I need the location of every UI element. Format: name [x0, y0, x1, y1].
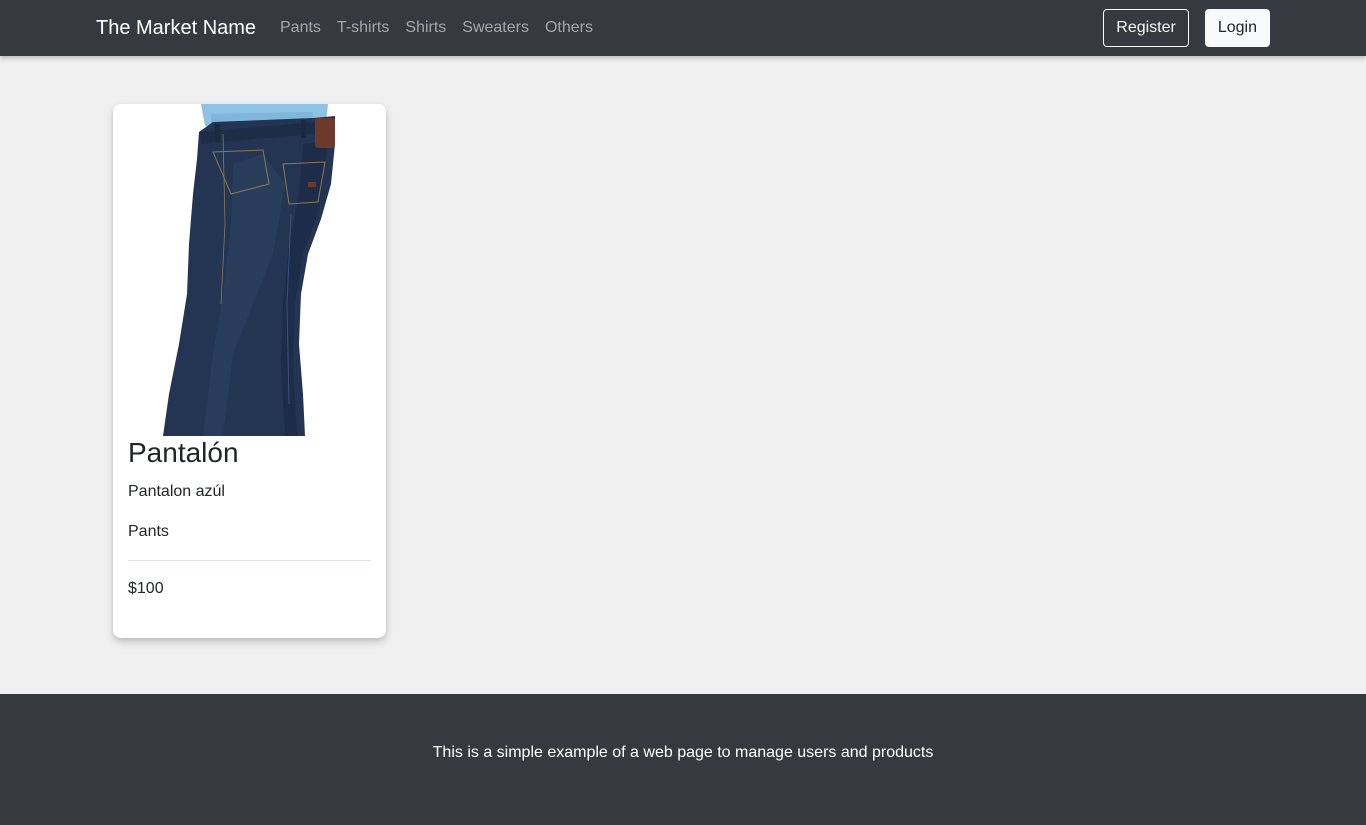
nav-links: Pants T-shirts Shirts Sweaters Others — [280, 16, 609, 40]
product-category: Pants — [128, 523, 169, 540]
footer-text: This is a simple example of a web page t… — [432, 744, 934, 761]
nav-actions: Register Login — [1103, 9, 1270, 47]
nav-link-sweaters[interactable]: Sweaters — [462, 16, 529, 40]
navbar: The Market Name Pants T-shirts Shirts Sw… — [0, 0, 1366, 56]
nav-link-others[interactable]: Others — [545, 16, 593, 40]
footer: This is a simple example of a web page t… — [0, 694, 1366, 825]
product-description: Pantalon azúl — [128, 483, 225, 500]
product-price: $100 — [128, 580, 164, 597]
register-button[interactable]: Register — [1103, 9, 1189, 47]
nav-link-shirts[interactable]: Shirts — [405, 16, 446, 40]
divider — [128, 560, 371, 561]
nav-link-tshirts[interactable]: T-shirts — [337, 16, 389, 40]
product-title: Pantalón — [128, 437, 239, 468]
brand-link[interactable]: The Market Name — [96, 14, 256, 42]
jeans-image — [113, 104, 386, 436]
product-card[interactable]: Pantalón Pantalon azúl Pants $100 — [113, 104, 386, 638]
product-card-body: Pantalón Pantalon azúl Pants $100 — [128, 436, 371, 601]
nav-link-pants[interactable]: Pants — [280, 16, 321, 40]
login-button[interactable]: Login — [1204, 9, 1270, 47]
